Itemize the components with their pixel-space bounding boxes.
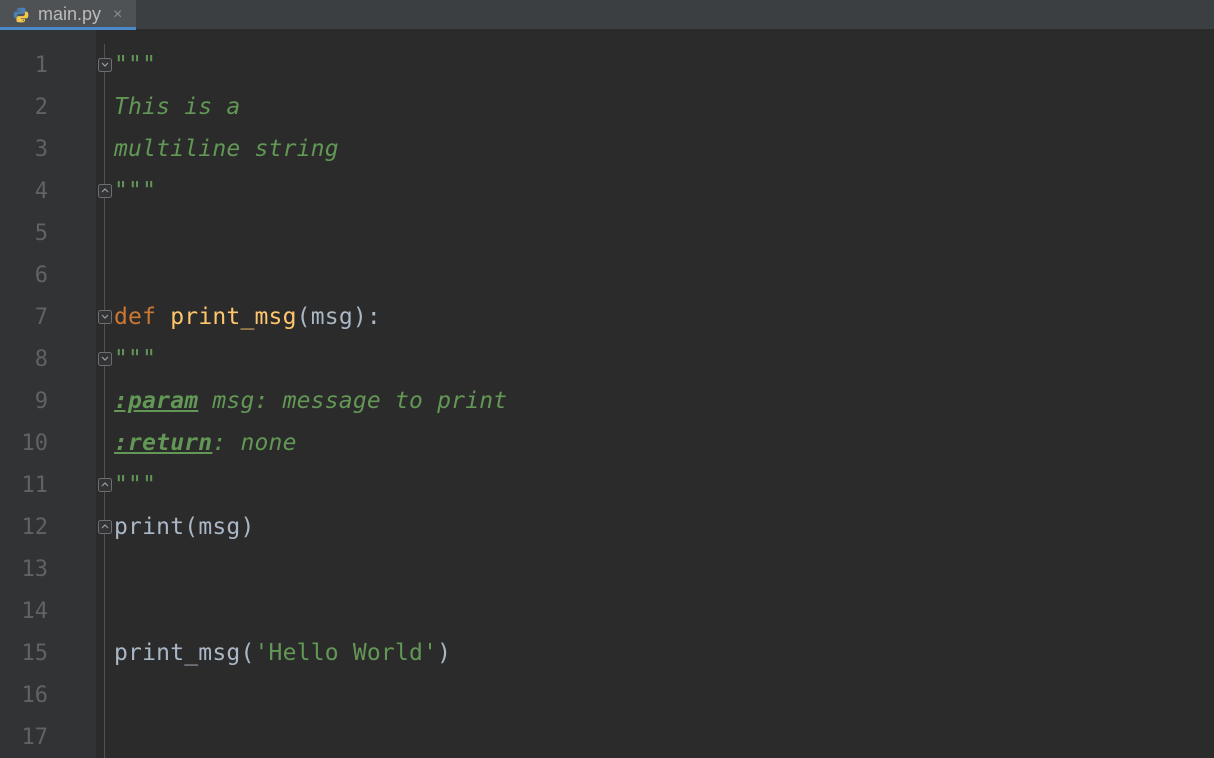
docstring-text: none	[226, 430, 296, 456]
parameter: msg	[311, 304, 353, 330]
code-line	[114, 590, 1214, 632]
editor-area[interactable]: 1 2 3 4 5 6 7 8 9 10 11 12 13 14 15 16 1…	[0, 30, 1214, 758]
fold-marker-close[interactable]	[96, 170, 114, 212]
code-line: print(msg)	[114, 506, 1214, 548]
docstring-text: multiline string	[114, 136, 339, 162]
fold-marker-open[interactable]	[96, 338, 114, 380]
tab-main-py[interactable]: main.py ×	[0, 0, 136, 29]
line-number: 14	[0, 590, 96, 632]
line-number: 16	[0, 674, 96, 716]
line-number: 2	[0, 86, 96, 128]
line-number: 15	[0, 632, 96, 674]
code-line	[114, 254, 1214, 296]
string-literal: 'Hello World'	[255, 640, 438, 666]
code-line	[114, 716, 1214, 758]
code-line: """	[114, 464, 1214, 506]
line-number: 17	[0, 716, 96, 758]
function-call: print_msg	[114, 640, 240, 666]
code-line: """	[114, 338, 1214, 380]
line-number: 8	[0, 338, 96, 380]
builtin-call: print	[114, 514, 184, 540]
code-line: """	[114, 170, 1214, 212]
identifier: msg	[198, 514, 240, 540]
fold-column	[96, 30, 114, 758]
fold-guide-line	[104, 44, 105, 758]
docstring-tag: :param	[114, 388, 198, 414]
docstring-quotes: """	[114, 178, 156, 204]
keyword-def: def	[114, 304, 156, 330]
docstring-tag: :return	[114, 430, 212, 456]
code-line	[114, 212, 1214, 254]
editor-window: main.py × 1 2 3 4 5 6 7 8 9 10 11 12 13 …	[0, 0, 1214, 758]
line-number: 5	[0, 212, 96, 254]
tab-label: main.py	[38, 4, 101, 25]
fold-marker-close[interactable]	[96, 506, 114, 548]
line-number: 3	[0, 128, 96, 170]
line-number: 13	[0, 548, 96, 590]
line-number: 11	[0, 464, 96, 506]
fold-marker-open[interactable]	[96, 296, 114, 338]
line-number: 6	[0, 254, 96, 296]
code-content[interactable]: """ This is a multiline string """ def p…	[114, 30, 1214, 758]
docstring-quotes: """	[114, 346, 156, 372]
code-line	[114, 674, 1214, 716]
python-file-icon	[12, 6, 30, 24]
function-name: print_msg	[170, 304, 296, 330]
docstring-quotes: """	[114, 52, 156, 78]
docstring-text: This is a	[114, 94, 240, 120]
fold-marker-open[interactable]	[96, 44, 114, 86]
docstring-quotes: """	[114, 472, 156, 498]
code-line: :return: none	[114, 422, 1214, 464]
code-line: def print_msg(msg):	[114, 296, 1214, 338]
line-number: 1	[0, 44, 96, 86]
line-number: 10	[0, 422, 96, 464]
fold-marker-close[interactable]	[96, 464, 114, 506]
line-number: 4	[0, 170, 96, 212]
line-number-gutter: 1 2 3 4 5 6 7 8 9 10 11 12 13 14 15 16 1…	[0, 30, 96, 758]
line-number: 9	[0, 380, 96, 422]
code-line	[114, 548, 1214, 590]
code-line: """	[114, 44, 1214, 86]
close-icon[interactable]: ×	[113, 7, 122, 23]
code-line: print_msg('Hello World')	[114, 632, 1214, 674]
line-number: 12	[0, 506, 96, 548]
code-line: This is a	[114, 86, 1214, 128]
line-number: 7	[0, 296, 96, 338]
tab-bar: main.py ×	[0, 0, 1214, 30]
code-line: :param msg: message to print	[114, 380, 1214, 422]
code-line: multiline string	[114, 128, 1214, 170]
docstring-text: msg: message to print	[198, 388, 507, 414]
